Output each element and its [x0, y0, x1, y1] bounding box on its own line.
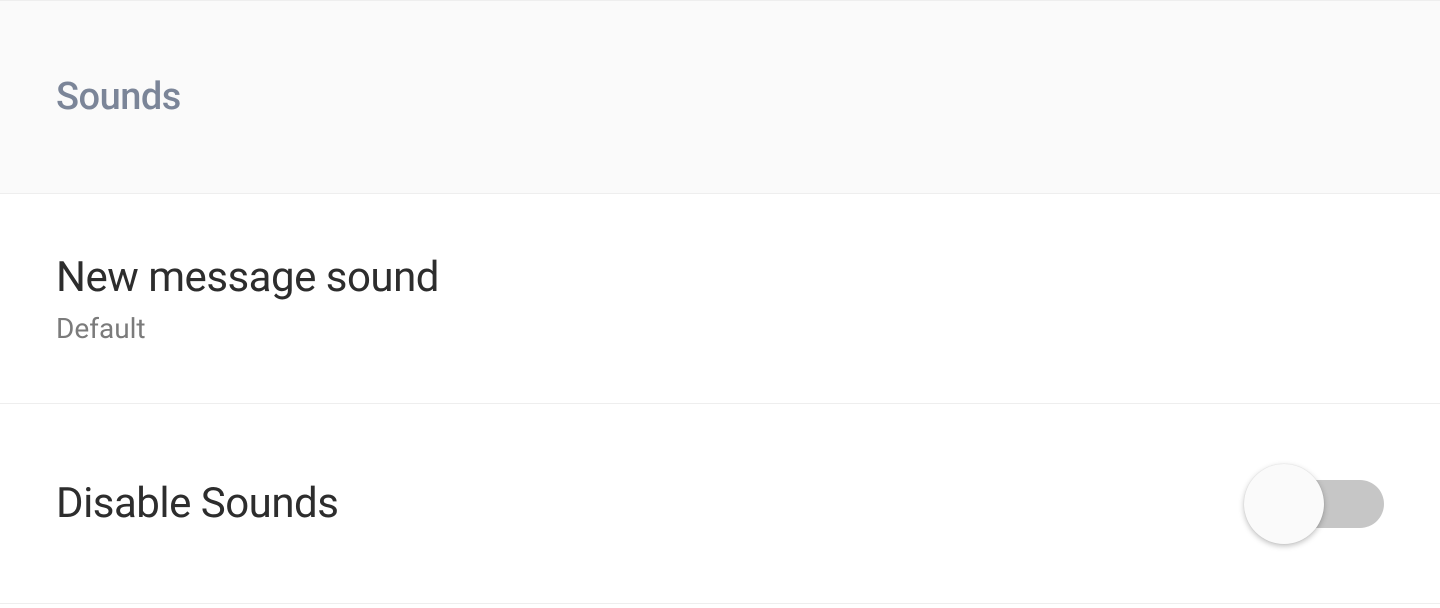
- setting-value: Default: [56, 312, 439, 345]
- setting-text: Disable Sounds: [56, 479, 338, 528]
- setting-new-message-sound[interactable]: New message sound Default: [0, 194, 1440, 404]
- toggle-thumb: [1244, 464, 1324, 544]
- setting-label: Disable Sounds: [56, 479, 338, 528]
- disable-sounds-toggle[interactable]: [1244, 464, 1384, 544]
- section-header-sounds: Sounds: [0, 0, 1440, 194]
- setting-text: New message sound Default: [56, 253, 439, 345]
- setting-disable-sounds: Disable Sounds: [0, 404, 1440, 604]
- setting-label: New message sound: [56, 253, 439, 302]
- section-title: Sounds: [56, 75, 181, 119]
